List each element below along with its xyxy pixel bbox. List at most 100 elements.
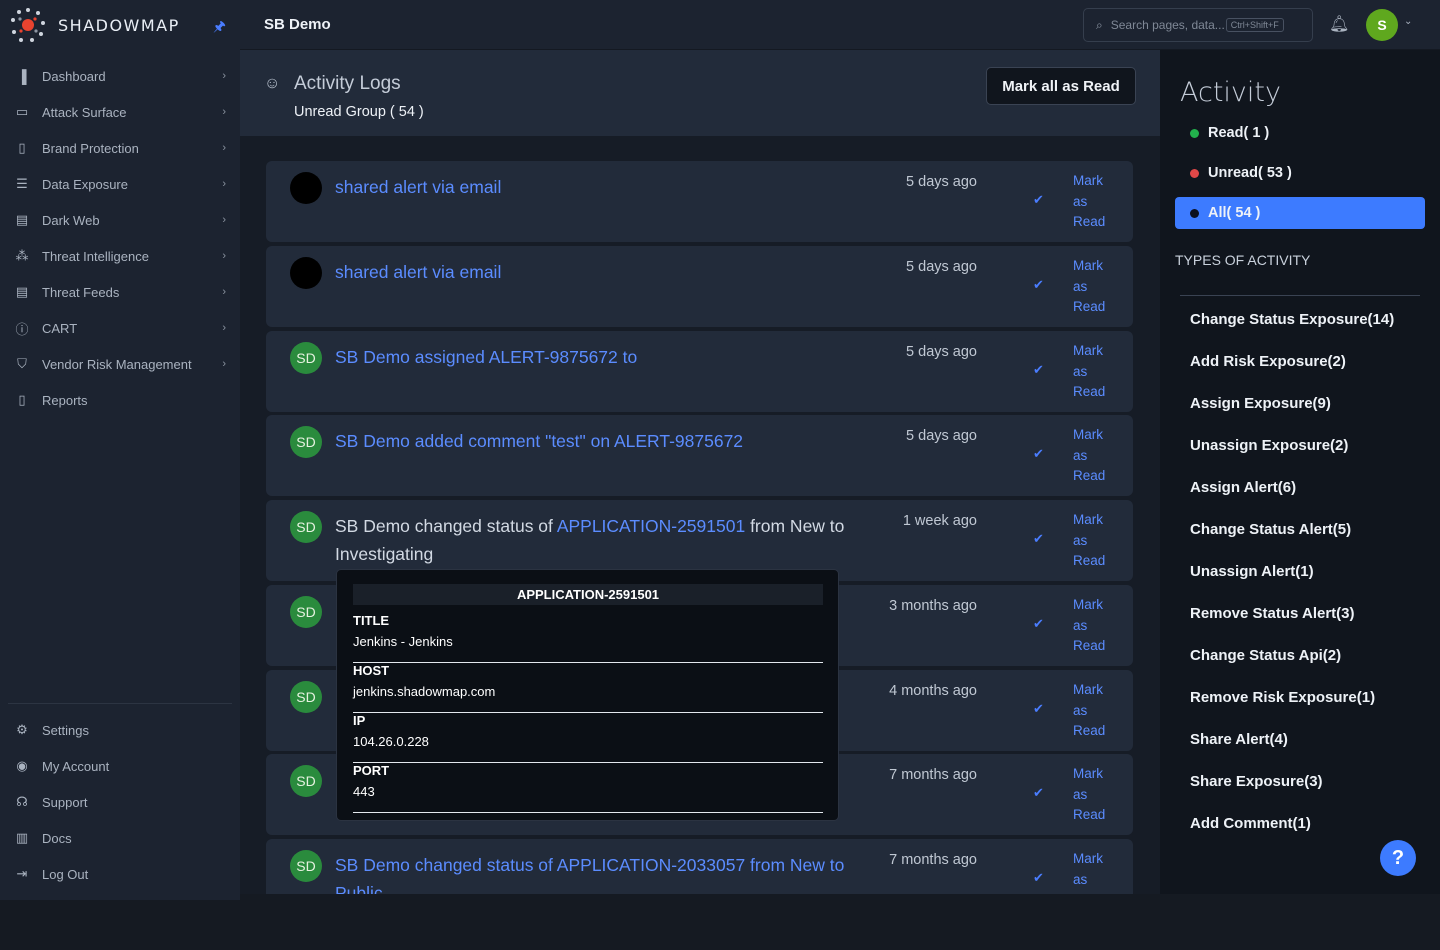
mark-as-read-link[interactable]: Mark as Read xyxy=(1073,341,1123,403)
sidebar-item-dark-web[interactable]: ▤ Dark Web › xyxy=(0,202,240,238)
checkmark-icon[interactable]: ✔ xyxy=(1033,870,1044,886)
activity-type-item[interactable]: Unassign Exposure(2) xyxy=(1190,437,1348,454)
mark-as-read-link[interactable]: Mark as Read xyxy=(1073,680,1123,742)
mark-as-read-word: Read xyxy=(1073,890,1123,894)
checkmark-icon[interactable]: ✔ xyxy=(1033,531,1044,547)
sidebar-item-vendor-risk-management[interactable]: ⛉ Vendor Risk Management › xyxy=(0,346,240,382)
sidebar-item-data-exposure[interactable]: ☰ Data Exposure › xyxy=(0,166,240,202)
mark-as-read-link[interactable]: Mark as Read xyxy=(1073,510,1123,572)
activity-link[interactable]: SB Demo added comment "test" on ALERT-98… xyxy=(335,431,743,451)
mark-as-read-link[interactable]: Mark as Read xyxy=(1073,171,1123,233)
activity-type-item[interactable]: Assign Alert(6) xyxy=(1190,479,1296,496)
checkmark-icon[interactable]: ✔ xyxy=(1033,362,1044,378)
sidebar-divider xyxy=(8,703,232,704)
sidebar-item-support[interactable]: ☊ Support xyxy=(0,784,240,820)
sidebar-item-label: Threat Intelligence xyxy=(42,248,149,264)
activity-link[interactable]: APPLICATION-2591501 xyxy=(557,516,745,536)
sidebar-item-brand-protection[interactable]: ▯ Brand Protection › xyxy=(0,130,240,166)
activity-type-item[interactable]: Remove Status Alert(3) xyxy=(1190,605,1355,622)
chevron-down-icon[interactable]: ⌄ xyxy=(1404,16,1412,27)
sidebar-item-threat-intelligence[interactable]: ⁂ Threat Intelligence › xyxy=(0,238,240,274)
search-input[interactable] xyxy=(1110,18,1226,32)
help-button[interactable]: ? xyxy=(1380,840,1416,876)
browser-icon: ▤ xyxy=(15,212,29,227)
checkmark-icon[interactable]: ✔ xyxy=(1033,616,1044,632)
activity-type-item[interactable]: Remove Risk Exposure(1) xyxy=(1190,689,1375,706)
activity-item: SD SB Demo assigned ALERT-9875672 to 5 day… xyxy=(266,331,1133,412)
activity-logs-header: ☺︎ Activity Logs Unread Group ( 54 ) Mar… xyxy=(240,50,1160,136)
activity-link[interactable]: SB Demo assigned ALERT-9875672 to xyxy=(335,347,637,367)
mark-as-read-word: Mark xyxy=(1073,512,1103,527)
activity-type-item[interactable]: Share Alert(4) xyxy=(1190,731,1288,748)
mark-as-read-word: Mark xyxy=(1073,851,1103,866)
activity-time: 1 week ago xyxy=(902,513,977,529)
sidebar-item-label: Dashboard xyxy=(42,68,106,84)
group-icon: ⁂ xyxy=(15,248,29,263)
laptop-icon: ▭ xyxy=(15,104,29,119)
brand-name: SHADOWMAP xyxy=(58,15,180,35)
checkmark-icon[interactable]: ✔ xyxy=(1033,785,1044,801)
mark-as-read-link[interactable]: Mark as Read xyxy=(1073,849,1123,894)
chevron-right-icon: › xyxy=(222,178,226,190)
sidebar-item-docs[interactable]: ▥ Docs xyxy=(0,820,240,856)
activity-avatar: SD xyxy=(290,596,322,628)
sidebar-item-log-out[interactable]: ⇥ Log Out xyxy=(0,856,240,892)
activity-type-item[interactable]: Add Risk Exposure(2) xyxy=(1190,353,1346,370)
activity-type-item[interactable]: Change Status Api(2) xyxy=(1190,647,1341,664)
sidebar-item-my-account[interactable]: ◉ My Account xyxy=(0,748,240,784)
sidebar-nav-bottom: ⚙ Settings ◉ My Account ☊ Support ▥ Docs ⇥ Log Ou… xyxy=(0,712,240,892)
checkmark-icon[interactable]: ✔ xyxy=(1033,446,1044,462)
filter-label: All( 54 ) xyxy=(1208,205,1261,221)
activity-link[interactable]: shared alert via email xyxy=(335,262,501,282)
sidebar-item-threat-feeds[interactable]: ▤ Threat Feeds › xyxy=(0,274,240,310)
filter-all[interactable]: All( 54 ) xyxy=(1175,197,1425,229)
sidebar-item-label: Vendor Risk Management xyxy=(42,356,192,372)
sidebar-item-settings[interactable]: ⚙ Settings xyxy=(0,712,240,748)
pin-icon[interactable]: 🖈︎ xyxy=(213,16,226,40)
activity-avatar xyxy=(290,257,322,289)
activity-type-item[interactable]: Change Status Exposure(14) xyxy=(1190,311,1394,328)
checkmark-icon[interactable]: ✔ xyxy=(1033,192,1044,208)
sidebar-item-label: Brand Protection xyxy=(42,140,139,156)
activity-avatar: SD xyxy=(290,765,322,797)
filter-unread[interactable]: Unread( 53 ) xyxy=(1175,157,1425,189)
mark-as-read-word: Mark xyxy=(1073,258,1103,273)
activity-avatar xyxy=(290,172,322,204)
brand-logo[interactable]: SHADOWMAP xyxy=(8,5,180,45)
mark-as-read-word: Read xyxy=(1073,299,1106,314)
activity-avatar: SD xyxy=(290,342,322,374)
chevron-right-icon: › xyxy=(222,106,226,118)
filter-label: Read( 1 ) xyxy=(1208,125,1270,141)
user-avatar[interactable]: S xyxy=(1366,9,1398,41)
headset-icon: ☊ xyxy=(16,794,28,809)
sidebar-item-cart[interactable]: ⓘ CART › xyxy=(0,310,240,346)
activity-time: 7 months ago xyxy=(889,767,977,783)
activity-type-item[interactable]: Unassign Alert(1) xyxy=(1190,563,1314,580)
mark-as-read-link[interactable]: Mark as Read xyxy=(1073,764,1123,826)
mark-as-read-link[interactable]: Mark as Read xyxy=(1073,425,1123,487)
shield-check-icon: ⛉ xyxy=(17,356,27,371)
mark-all-read-button[interactable]: Mark all as Read xyxy=(986,67,1136,105)
activity-link[interactable]: SB Demo changed status of APPLICATION-20… xyxy=(335,855,844,894)
sidebar-item-attack-surface[interactable]: ▭ Attack Surface › xyxy=(0,94,240,130)
activity-type-item[interactable]: Add Comment(1) xyxy=(1190,815,1311,832)
mark-as-read-link[interactable]: Mark as Read xyxy=(1073,256,1123,318)
search-box[interactable]: ⌕ Ctrl+Shift+F xyxy=(1083,8,1313,42)
checkmark-icon[interactable]: ✔ xyxy=(1033,701,1044,717)
mark-as-read-word: Read xyxy=(1073,638,1106,653)
activity-type-item[interactable]: Share Exposure(3) xyxy=(1190,773,1323,790)
activity-type-item[interactable]: Assign Exposure(9) xyxy=(1190,395,1331,412)
sidebar-item-reports[interactable]: ▯ Reports xyxy=(0,382,240,418)
sidebar-item-dashboard[interactable]: ▐ Dashboard › xyxy=(0,58,240,94)
checkmark-icon[interactable]: ✔ xyxy=(1033,277,1044,293)
activity-message: SB Demo changed status of APPLICATION-25… xyxy=(335,512,845,568)
activity-type-item[interactable]: Change Status Alert(5) xyxy=(1190,521,1351,538)
activity-message: SB Demo changed status of APPLICATION-20… xyxy=(335,851,845,894)
mark-as-read-link[interactable]: Mark as Read xyxy=(1073,595,1123,657)
bell-icon[interactable]: 🔔︎ xyxy=(1329,14,1349,34)
activity-link[interactable]: shared alert via email xyxy=(335,177,501,197)
activity-avatar: SD xyxy=(290,850,322,882)
filter-read[interactable]: Read( 1 ) xyxy=(1175,117,1425,149)
mark-as-read-word: Read xyxy=(1073,214,1106,229)
mark-as-read-word: Read xyxy=(1073,807,1106,822)
